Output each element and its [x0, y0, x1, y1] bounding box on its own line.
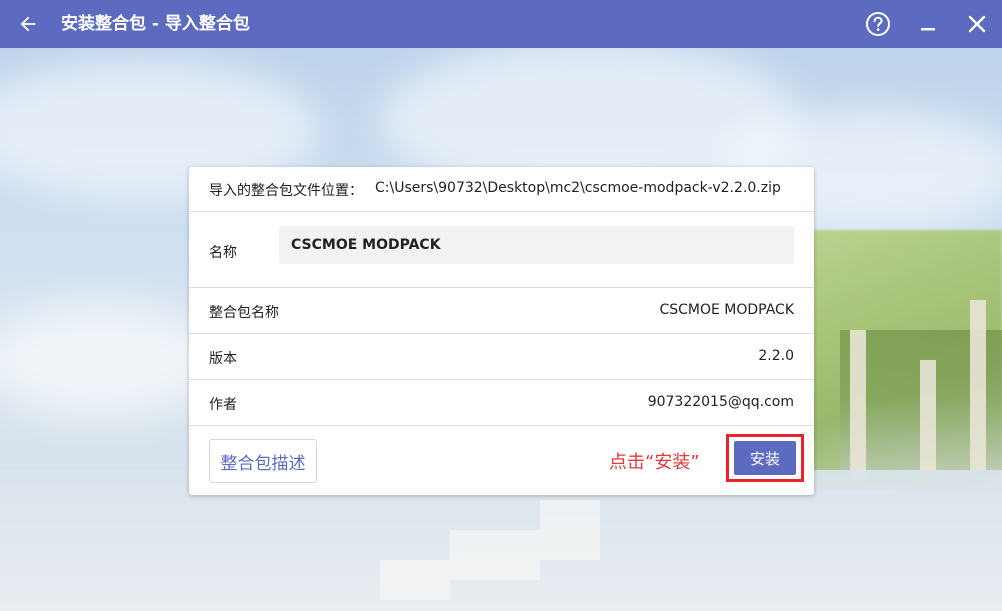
title-bar: 安装整合包 - 导入整合包 [0, 0, 1002, 48]
name-label: 名称 [209, 245, 237, 261]
author-value: 907322015@qq.com [647, 394, 794, 410]
file-location-value: C:\Users\90732\Desktop\mc2\cscmoe-modpac… [375, 180, 781, 196]
author-label: 作者 [209, 397, 237, 413]
minimize-button[interactable] [912, 8, 944, 40]
help-circle-icon [866, 12, 890, 36]
back-button[interactable] [12, 8, 44, 40]
page-title: 安装整合包 - 导入整合包 [61, 14, 250, 34]
import-modpack-card: 导入的整合包文件位置： C:\Users\90732\Desktop\mc2\c… [189, 167, 814, 495]
close-icon [968, 15, 986, 33]
detail-row-modpack-name: 整合包名称 CSCMOE MODPACK [189, 288, 814, 334]
install-button[interactable]: 安装 [734, 441, 796, 475]
minimize-icon [921, 28, 935, 31]
arrow-left-icon [20, 16, 36, 32]
version-label: 版本 [209, 351, 237, 367]
click-install-hint: 点击“安装” [609, 452, 700, 473]
help-button[interactable] [862, 8, 894, 40]
modpack-name-value: CSCMOE MODPACK [659, 302, 794, 318]
close-button[interactable] [961, 8, 993, 40]
name-input[interactable] [279, 226, 794, 264]
file-location-label: 导入的整合包文件位置： [209, 183, 363, 199]
modpack-name-label: 整合包名称 [209, 305, 279, 321]
detail-row-version: 版本 2.2.0 [189, 334, 814, 380]
file-location-row: 导入的整合包文件位置： C:\Users\90732\Desktop\mc2\c… [189, 167, 814, 212]
modpack-description-button[interactable]: 整合包描述 [209, 439, 317, 483]
detail-row-author: 作者 907322015@qq.com [189, 380, 814, 426]
name-row: 名称 [189, 212, 814, 288]
version-value: 2.2.0 [758, 348, 794, 364]
